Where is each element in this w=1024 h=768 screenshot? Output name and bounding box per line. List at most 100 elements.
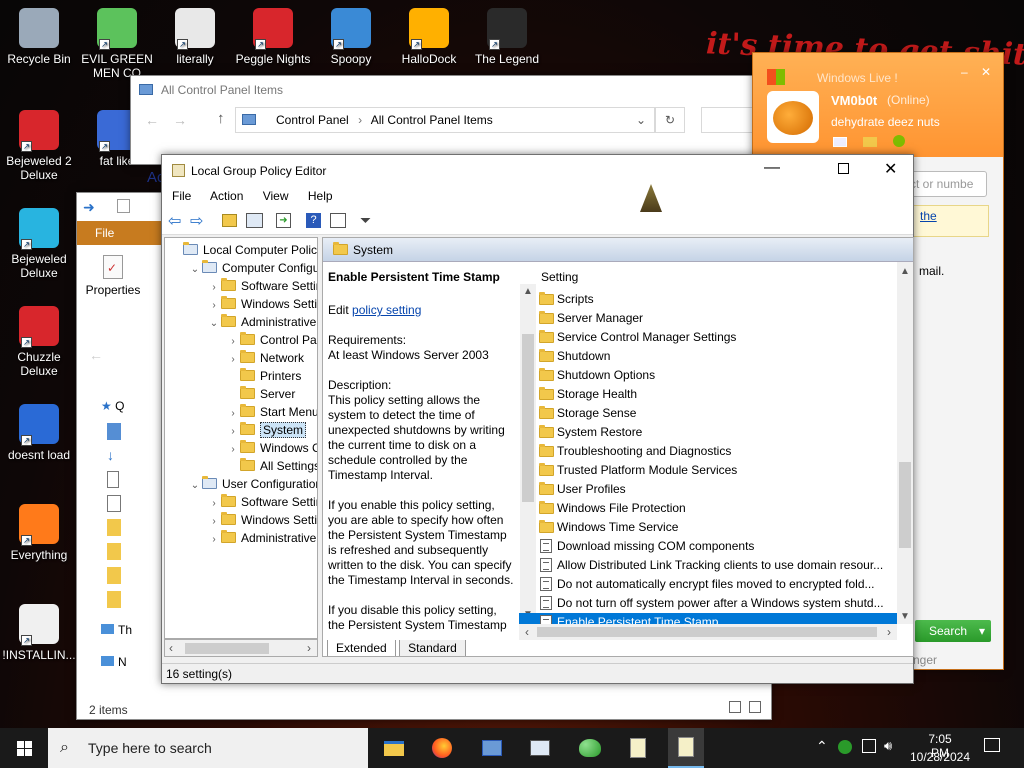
tree-item[interactable]: Local Computer Policy xyxy=(165,241,317,259)
tree-item[interactable]: › Network xyxy=(165,349,317,367)
setting-row[interactable]: Allow Distributed Link Tracking clients … xyxy=(519,556,897,575)
desktop-icon[interactable]: ↗ Everything xyxy=(0,504,78,562)
tree-pane[interactable]: Local Computer Policy ⌄Computer Configura… xyxy=(164,237,318,639)
desktop-icon[interactable]: ↗ literally xyxy=(156,8,234,66)
list-horizontal-scrollbar[interactable]: ‹ › xyxy=(519,624,897,640)
up-icon[interactable]: ↑ xyxy=(217,110,225,127)
setting-row[interactable]: Download missing COM components xyxy=(519,537,897,556)
menu-file[interactable]: File xyxy=(172,189,191,203)
tree-item[interactable]: ›Start Menu ar xyxy=(165,403,317,421)
clock-date[interactable]: 10/28/2024 xyxy=(908,750,972,764)
details-view-icon[interactable] xyxy=(729,701,741,713)
file-tab[interactable]: File xyxy=(77,221,163,245)
tree-item[interactable]: ›Control Panel xyxy=(165,331,317,349)
setting-row[interactable]: Shutdown xyxy=(519,347,897,366)
setting-row[interactable]: Service Control Manager Settings xyxy=(519,328,897,347)
tree-item[interactable]: ⌄ User Configuration xyxy=(165,475,317,493)
desktop-icon[interactable]: ↗ The Legend xyxy=(468,8,546,66)
properties-button[interactable]: ✓ Properties xyxy=(83,255,143,297)
tree-item[interactable]: Server xyxy=(165,385,317,403)
nav-pane-quick-access[interactable]: ★ Q xyxy=(101,399,124,413)
gpedit-window[interactable]: Local Group Policy Editor — ✕ File Actio… xyxy=(161,154,914,684)
taskbar-firefox[interactable] xyxy=(424,728,460,768)
address-bar[interactable]: Control Panel › All Control Panel Items … xyxy=(235,107,655,133)
desktop-icon[interactable]: Recycle Bin xyxy=(0,8,78,66)
setting-row[interactable]: Scripts xyxy=(519,290,897,309)
desktop-icon[interactable]: ↗ !INSTALLIN... xyxy=(0,604,78,662)
checkbox-icon[interactable] xyxy=(117,199,130,213)
avatar[interactable] xyxy=(767,91,819,143)
list-scroll-thumb[interactable] xyxy=(899,462,911,548)
tree-scroll-thumb[interactable] xyxy=(185,643,269,654)
desktop-icon[interactable]: ↗ Bejeweled 2 Deluxe xyxy=(0,110,78,182)
settings-list[interactable]: Scripts Server Manager Service Control Man… xyxy=(519,290,897,624)
tray-overflow-icon[interactable]: ⌃ xyxy=(816,738,828,755)
expand-right-icon[interactable]: › xyxy=(207,531,221,549)
large-icons-view-icon[interactable] xyxy=(749,701,761,713)
setting-row[interactable]: Storage Sense xyxy=(519,404,897,423)
volume-icon[interactable]: 🔊︎ xyxy=(884,738,892,754)
notification-icon[interactable] xyxy=(984,738,1000,752)
tree-item[interactable]: › Administrative Te xyxy=(165,529,317,547)
taskbar-notepad[interactable] xyxy=(620,728,656,768)
setting-row[interactable]: Windows Time Service xyxy=(519,518,897,537)
desktop-icon[interactable]: ↗ Peggle Nights xyxy=(234,8,312,66)
list-vertical-scrollbar[interactable]: ▲ ▼ xyxy=(897,262,913,624)
mail-icon[interactable] xyxy=(833,137,847,147)
taskbar-search-input[interactable]: ⌕ Type here to search xyxy=(48,728,368,768)
user-name[interactable]: VM0b0t xyxy=(831,93,877,108)
minimize-icon[interactable]: – xyxy=(961,65,968,79)
setting-row[interactable]: Trusted Platform Module Services xyxy=(519,461,897,480)
taskbar-explorer-2[interactable] xyxy=(522,728,558,768)
setting-row[interactable]: Enable Persistent Time Stamp xyxy=(519,613,897,624)
xbox-icon[interactable] xyxy=(893,135,905,147)
taskbar-control-panel[interactable] xyxy=(474,728,510,768)
tree-item[interactable]: ›Windows Cor xyxy=(165,439,317,457)
tab-extended[interactable]: Extended xyxy=(327,640,396,656)
tree-item[interactable]: ⌄Computer Configura xyxy=(165,259,317,277)
menu-view[interactable]: View xyxy=(263,189,289,203)
show-hide-tree-icon[interactable] xyxy=(246,213,263,228)
user-mood[interactable]: dehydrate deez nuts xyxy=(831,115,940,129)
filter-icon[interactable]: ⏷ xyxy=(360,212,371,229)
nav-this-pc[interactable]: Th xyxy=(101,623,132,637)
setting-row[interactable]: Do not automatically encrypt files moved… xyxy=(519,575,897,594)
folder-icon[interactable] xyxy=(863,137,877,147)
desktop-icon[interactable]: ↗ Chuzzle Deluxe xyxy=(0,306,78,378)
menu-help[interactable]: Help xyxy=(308,189,333,203)
desktop-icon[interactable]: ↗ Bejeweled Deluxe xyxy=(0,208,78,280)
tree-item[interactable]: ›Windows Setting xyxy=(165,511,317,529)
list-hscroll-thumb[interactable] xyxy=(537,627,877,637)
nav-network[interactable]: N xyxy=(101,655,127,669)
minimize-button[interactable]: — xyxy=(764,159,780,177)
setting-row[interactable]: Shutdown Options xyxy=(519,366,897,385)
desktop-icon[interactable]: ↗ HalloDock xyxy=(390,8,468,66)
info-link[interactable]: the xyxy=(920,209,937,223)
dropdown-arrow-icon[interactable]: ▾ xyxy=(979,620,985,642)
tree-horizontal-scrollbar[interactable]: ‹ › xyxy=(164,639,318,657)
nav-back-icon[interactable]: ← xyxy=(89,347,103,363)
taskbar-file-explorer[interactable] xyxy=(376,728,412,768)
desktop-icon[interactable]: ↗ Spoopy xyxy=(312,8,390,66)
tree-item[interactable]: ›Software Settings xyxy=(165,277,317,295)
breadcrumb-control-panel[interactable]: Control Panel xyxy=(276,113,349,127)
network-tray-icon[interactable] xyxy=(862,739,876,753)
setting-row[interactable]: User Profiles xyxy=(519,480,897,499)
tree-item[interactable]: Printers xyxy=(165,367,317,385)
tree-item[interactable]: ›Windows Setting xyxy=(165,295,317,313)
up-folder-icon[interactable] xyxy=(222,214,237,227)
setting-row[interactable]: System Restore xyxy=(519,423,897,442)
start-button[interactable] xyxy=(4,728,44,768)
edit-policy-link[interactable]: policy setting xyxy=(352,303,421,317)
search-button[interactable]: Search ▾ xyxy=(915,620,991,642)
help-icon[interactable]: ? xyxy=(306,213,321,228)
info-bar[interactable]: the xyxy=(913,205,989,237)
export-list-icon[interactable]: ➜ xyxy=(276,213,291,228)
setting-row[interactable]: Windows File Protection xyxy=(519,499,897,518)
desktop-icon[interactable]: ↗ EVIL GREEN MEN CO xyxy=(78,8,156,80)
taskbar-gpedit[interactable] xyxy=(668,728,704,768)
refresh-button[interactable]: ↻ xyxy=(655,107,685,133)
back-arrow-icon[interactable]: ⇦ xyxy=(168,211,181,231)
back-icon[interactable]: ← xyxy=(145,112,159,128)
tree-item[interactable]: All Settings xyxy=(165,457,317,475)
